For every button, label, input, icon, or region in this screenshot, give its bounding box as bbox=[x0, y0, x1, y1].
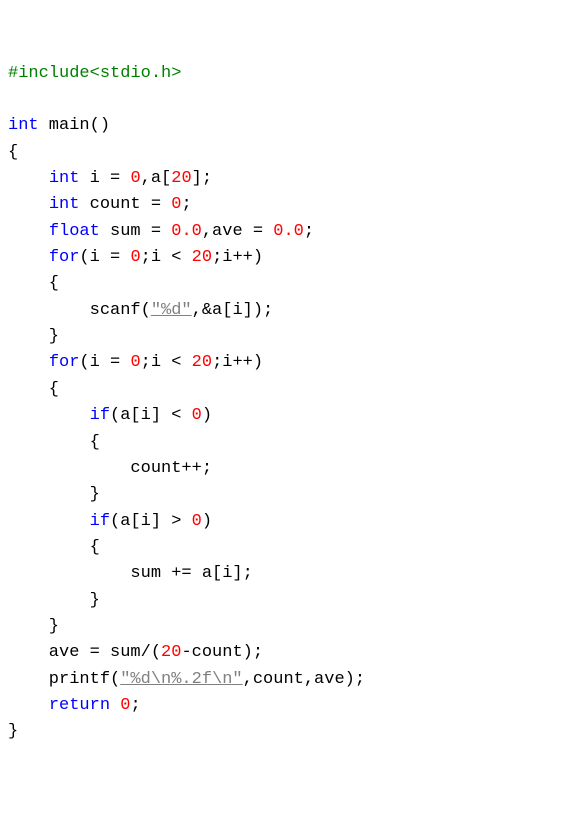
code-line: } bbox=[8, 324, 555, 350]
code-token: if bbox=[90, 512, 110, 531]
code-token bbox=[8, 696, 49, 715]
code-token: 0.0 bbox=[171, 222, 202, 241]
code-token: 0 bbox=[192, 512, 202, 531]
code-token: (i = bbox=[79, 248, 130, 267]
code-token: for bbox=[49, 353, 80, 372]
code-token: "%d\n%.2f\n" bbox=[120, 670, 242, 689]
code-token: { bbox=[8, 380, 59, 399]
code-token: 0 bbox=[171, 195, 181, 214]
code-token: ;i < bbox=[141, 248, 192, 267]
code-token: 0 bbox=[130, 248, 140, 267]
code-line bbox=[8, 87, 555, 113]
code-line: if(a[i] > 0) bbox=[8, 509, 555, 535]
code-line: int i = 0,a[20]; bbox=[8, 166, 555, 192]
code-token: { bbox=[8, 274, 59, 293]
code-token: } bbox=[8, 617, 59, 636]
code-token: sum = bbox=[100, 222, 171, 241]
code-token: int bbox=[49, 169, 80, 188]
code-token: ) bbox=[202, 512, 212, 531]
code-line: { bbox=[8, 430, 555, 456]
code-token bbox=[8, 512, 90, 531]
code-token bbox=[8, 406, 90, 425]
code-token: 20 bbox=[171, 169, 191, 188]
code-token: 0 bbox=[120, 696, 130, 715]
code-line: } bbox=[8, 588, 555, 614]
code-token: 20 bbox=[192, 248, 212, 267]
code-line: int count = 0; bbox=[8, 192, 555, 218]
code-line: { bbox=[8, 140, 555, 166]
code-token bbox=[8, 353, 49, 372]
code-token: return bbox=[49, 696, 110, 715]
code-token: } bbox=[8, 485, 100, 504]
code-token: ,a[ bbox=[141, 169, 172, 188]
code-line: printf("%d\n%.2f\n",count,ave); bbox=[8, 667, 555, 693]
code-token: ) bbox=[202, 406, 212, 425]
code-token: count = bbox=[79, 195, 171, 214]
code-token: ;i++) bbox=[212, 248, 263, 267]
code-line: { bbox=[8, 377, 555, 403]
code-token: if bbox=[90, 406, 110, 425]
code-token bbox=[8, 195, 49, 214]
code-line: } bbox=[8, 614, 555, 640]
code-token: (i = bbox=[79, 353, 130, 372]
code-token: ,ave = bbox=[202, 222, 273, 241]
code-line: scanf("%d",&a[i]); bbox=[8, 298, 555, 324]
code-token: main() bbox=[39, 116, 110, 135]
code-token: sum += a[i]; bbox=[8, 564, 253, 583]
code-token: scanf( bbox=[8, 301, 151, 320]
code-token: } bbox=[8, 722, 18, 741]
code-token: ; bbox=[181, 195, 191, 214]
code-line: } bbox=[8, 482, 555, 508]
code-token: (a[i] < bbox=[110, 406, 192, 425]
code-token: i = bbox=[79, 169, 130, 188]
code-line: float sum = 0.0,ave = 0.0; bbox=[8, 219, 555, 245]
code-line: for(i = 0;i < 20;i++) bbox=[8, 245, 555, 271]
code-line: int main() bbox=[8, 113, 555, 139]
code-token: float bbox=[49, 222, 100, 241]
code-token: printf( bbox=[8, 670, 120, 689]
code-token: ; bbox=[130, 696, 140, 715]
code-token: ave = sum/( bbox=[8, 643, 161, 662]
code-line: sum += a[i]; bbox=[8, 561, 555, 587]
code-token: "%d" bbox=[151, 301, 192, 320]
code-line: } bbox=[8, 719, 555, 745]
code-token: -count); bbox=[181, 643, 263, 662]
code-token: (a[i] > bbox=[110, 512, 192, 531]
code-token: ,count,ave); bbox=[243, 670, 365, 689]
code-token bbox=[8, 222, 49, 241]
code-token: for bbox=[49, 248, 80, 267]
code-token: count++; bbox=[8, 459, 212, 478]
code-token: ; bbox=[304, 222, 314, 241]
code-token: } bbox=[8, 327, 59, 346]
code-line: for(i = 0;i < 20;i++) bbox=[8, 350, 555, 376]
code-token: 0 bbox=[192, 406, 202, 425]
code-token: ;i < bbox=[141, 353, 192, 372]
code-token bbox=[8, 248, 49, 267]
code-block: #include<stdio.h> int main() { int i = 0,… bbox=[8, 61, 555, 746]
code-token: #include<stdio.h> bbox=[8, 64, 181, 83]
code-line: { bbox=[8, 535, 555, 561]
code-token: ;i++) bbox=[212, 353, 263, 372]
code-token: int bbox=[49, 195, 80, 214]
code-token: { bbox=[8, 538, 100, 557]
code-token: ,&a[i]); bbox=[192, 301, 274, 320]
code-line: #include<stdio.h> bbox=[8, 61, 555, 87]
code-token: } bbox=[8, 591, 100, 610]
code-line: ave = sum/(20-count); bbox=[8, 640, 555, 666]
code-token bbox=[110, 696, 120, 715]
code-token: 20 bbox=[192, 353, 212, 372]
code-token: ]; bbox=[192, 169, 212, 188]
code-token: 20 bbox=[161, 643, 181, 662]
code-token: int bbox=[8, 116, 39, 135]
code-token bbox=[8, 169, 49, 188]
code-line: { bbox=[8, 271, 555, 297]
code-token: 0.0 bbox=[273, 222, 304, 241]
code-line: if(a[i] < 0) bbox=[8, 403, 555, 429]
code-token: { bbox=[8, 143, 18, 162]
code-line: return 0; bbox=[8, 693, 555, 719]
code-line: count++; bbox=[8, 456, 555, 482]
code-token: { bbox=[8, 433, 100, 452]
code-token: 0 bbox=[130, 353, 140, 372]
code-token: 0 bbox=[130, 169, 140, 188]
